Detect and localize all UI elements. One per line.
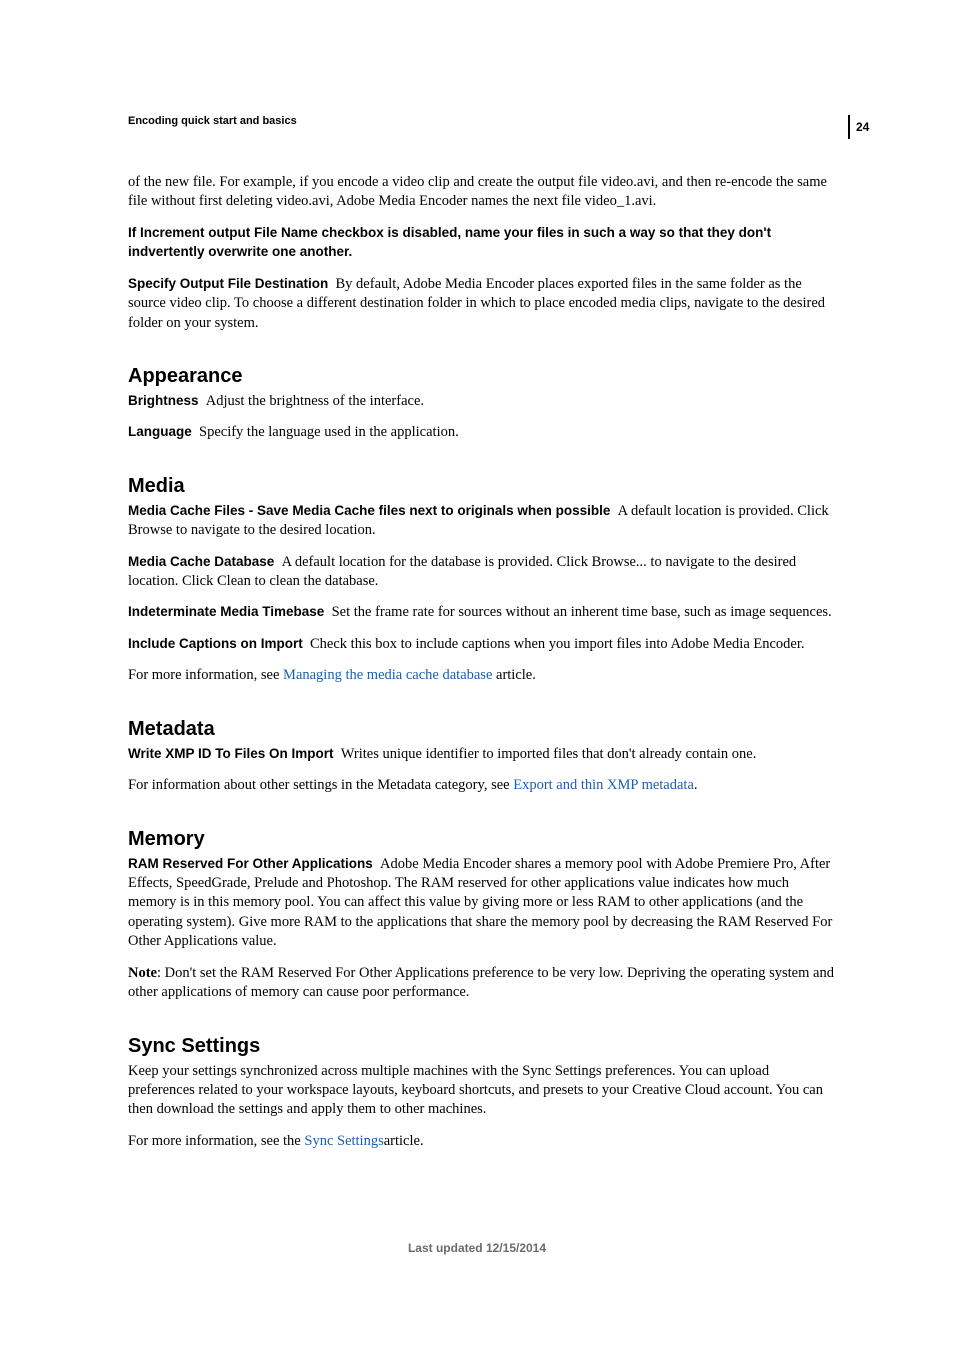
sync-more-pre: For more information, see the (128, 1133, 304, 1149)
metadata-info-post: . (694, 777, 698, 793)
brightness-row: Brightness Adjust the brightness of the … (128, 392, 834, 411)
specify-output-paragraph: Specify Output File Destination By defau… (128, 275, 834, 333)
sync-more-post: article. (384, 1133, 424, 1149)
memory-ram-row: RAM Reserved For Other Applications Adob… (128, 855, 834, 952)
media-captions-row: Include Captions on Import Check this bo… (128, 635, 834, 654)
metadata-xmp-text: Writes unique identifier to imported fil… (341, 746, 757, 762)
language-text: Specify the language used in the applica… (199, 424, 459, 440)
media-captions-text: Check this box to include captions when … (310, 636, 805, 652)
metadata-xmp-row: Write XMP ID To Files On Import Writes u… (128, 745, 834, 764)
intro-paragraph: of the new file. For example, if you enc… (128, 173, 834, 212)
appearance-heading: Appearance (128, 365, 834, 388)
page-number: 24 (856, 120, 869, 134)
media-timebase-label: Indeterminate Media Timebase (128, 604, 324, 619)
footer-last-updated: Last updated 12/15/2014 (0, 1241, 954, 1255)
media-more-pre: For more information, see (128, 667, 283, 683)
memory-heading: Memory (128, 828, 834, 851)
media-heading: Media (128, 475, 834, 498)
memory-ram-label: RAM Reserved For Other Applications (128, 856, 373, 871)
metadata-xmp-label: Write XMP ID To Files On Import (128, 746, 334, 761)
memory-note-label: Note (128, 965, 157, 981)
language-row: Language Specify the language used in th… (128, 423, 834, 442)
media-cache-db-row: Media Cache Database A default location … (128, 553, 834, 592)
media-more-post: article. (492, 667, 535, 683)
page-body: Encoding quick start and basics of the n… (0, 0, 954, 1151)
media-cache-db-label: Media Cache Database (128, 554, 274, 569)
running-head: Encoding quick start and basics (128, 115, 834, 127)
media-timebase-row: Indeterminate Media Timebase Set the fra… (128, 603, 834, 622)
media-cache-files-row: Media Cache Files - Save Media Cache fil… (128, 502, 834, 541)
sync-heading: Sync Settings (128, 1035, 834, 1058)
brightness-label: Brightness (128, 393, 199, 408)
media-cache-files-label: Media Cache Files - Save Media Cache fil… (128, 503, 610, 518)
memory-note-text: : Don't set the RAM Reserved For Other A… (128, 965, 834, 1000)
media-more-info: For more information, see Managing the m… (128, 666, 834, 685)
metadata-info-pre: For information about other settings in … (128, 777, 513, 793)
media-timebase-text: Set the frame rate for sources without a… (332, 604, 832, 620)
media-more-link[interactable]: Managing the media cache database (283, 667, 492, 683)
media-captions-label: Include Captions on Import (128, 636, 303, 651)
sync-more-link[interactable]: Sync Settings (304, 1133, 383, 1149)
language-label: Language (128, 424, 192, 439)
metadata-heading: Metadata (128, 718, 834, 741)
increment-note-text: If Increment output File Name checkbox i… (128, 225, 771, 259)
specify-output-label: Specify Output File Destination (128, 276, 328, 291)
increment-note: If Increment output File Name checkbox i… (128, 224, 834, 263)
metadata-info-link[interactable]: Export and thin XMP metadata (513, 777, 694, 793)
page-number-wrap: 24 (848, 115, 878, 139)
brightness-text: Adjust the brightness of the interface. (206, 393, 424, 409)
metadata-info: For information about other settings in … (128, 776, 834, 795)
sync-paragraph: Keep your settings synchronized across m… (128, 1062, 834, 1120)
memory-note-row: Note: Don't set the RAM Reserved For Oth… (128, 964, 834, 1003)
sync-more-info: For more information, see the Sync Setti… (128, 1132, 834, 1151)
